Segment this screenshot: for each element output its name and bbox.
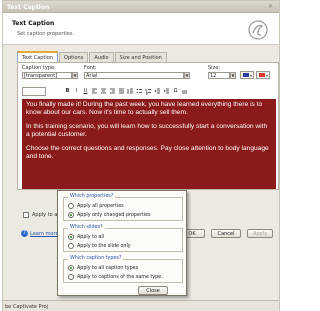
highlight-swatch-icon [259,73,265,77]
apply-button[interactable]: Apply [247,229,273,238]
bullet-list-icon[interactable] [136,88,143,95]
caption-text-editor[interactable]: You finally made it! During the past wee… [22,99,276,189]
option-apply-changed-properties[interactable]: Apply only changed properties [68,212,150,218]
window-title: Text Caption [7,4,50,11]
radio-button[interactable] [68,212,74,218]
caption-paragraph: In this training scenario, you will lear… [26,123,268,138]
align-justify-icon[interactable] [118,88,125,95]
slides-group-title: Which slides? [68,225,105,230]
status-bar: be Captivate Proj [3,300,279,311]
properties-group: Which properties? Apply all properties A… [63,194,183,221]
radio-button[interactable] [68,265,74,271]
caption-type-select[interactable]: [transparent] [22,72,72,79]
option-apply-all-properties[interactable]: Apply all properties [68,203,124,209]
size-label: Size: [208,65,220,71]
text-color-swatch-icon [243,73,249,77]
option-label: Apply all properties [77,203,124,209]
help-icon: ? [21,230,28,237]
font-select[interactable]: Arial [84,72,184,79]
apply-to-all-row: Apply to all [23,212,60,218]
radio-button[interactable] [68,243,74,249]
option-apply-all-caption-types[interactable]: Apply to all caption types [68,265,138,271]
insert-variable-icon[interactable] [181,88,188,95]
numbered-list-icon[interactable] [145,88,152,95]
caption-types-group: Which caption types? Apply to all captio… [63,256,183,283]
caption-type-label: Caption type: [22,65,56,71]
header-title: Text Caption [12,20,55,27]
underline-button[interactable]: U [82,88,89,95]
status-text: be Captivate Proj [5,304,48,310]
decrease-indent-icon[interactable] [154,88,161,95]
size-dropdown-icon[interactable]: ▼ [230,72,236,79]
tab-options[interactable]: Options [59,52,89,62]
dialog-header: Text Caption Set caption properties. [3,13,279,45]
option-label: Apply to all caption types [77,265,139,271]
adobe-captivate-logo-icon [248,20,268,40]
caption-types-group-title: Which caption types? [68,256,124,261]
text-color-button[interactable]: ▾ [240,71,254,79]
close-icon[interactable]: ✕ [266,3,275,11]
chevron-down-icon: ▾ [265,73,268,78]
radio-button[interactable] [68,203,74,209]
align-right-icon[interactable] [109,88,116,95]
option-apply-to-slide-only[interactable]: Apply to the slide only [68,243,131,249]
caption-paragraph: You finally made it! During the past wee… [26,101,263,116]
font-dropdown-icon[interactable]: ▼ [184,72,190,79]
chevron-down-icon: ▾ [249,73,252,78]
radio-button[interactable] [68,234,74,240]
italic-button[interactable]: I [73,88,80,95]
apply-to-all-label: Apply to all [32,212,61,218]
slides-group: Which slides? Apply to all Apply to the … [63,225,183,252]
bold-button[interactable]: B [64,88,71,95]
font-label: Font: [84,65,97,71]
caption-type-dropdown-icon[interactable]: ▼ [72,72,78,79]
option-label: Apply to the slide only [77,243,131,249]
close-button[interactable]: Close [138,286,168,295]
title-bar: Text Caption ✕ [3,1,279,13]
line-spacing-icon[interactable] [127,88,134,95]
option-label: Apply only changed properties [77,212,151,218]
option-label: Apply to all [77,234,105,240]
size-select[interactable]: 12 [208,72,230,79]
highlight-color-button[interactable]: ▾ [256,71,270,79]
increase-indent-icon[interactable] [163,88,170,95]
caption-style-preview[interactable] [22,87,46,96]
option-apply-same-type[interactable]: Apply to captions of the same type. [68,274,163,280]
cancel-button[interactable]: Cancel [211,229,241,238]
option-apply-to-all-slides[interactable]: Apply to all [68,234,104,240]
align-center-icon[interactable] [100,88,107,95]
tab-text-caption[interactable]: Text Caption [17,51,59,62]
header-subtitle: Set caption properties. [17,31,75,37]
text-caption-panel: Caption type: [transparent] ▼ Font: Aria… [17,62,279,190]
caption-paragraph: Choose the correct questions and respons… [26,145,269,160]
properties-group-title: Which properties? [68,194,116,199]
radio-button[interactable] [68,274,74,280]
tab-strip: Text Caption Options Audio Size and Posi… [17,51,168,62]
align-left-icon[interactable] [91,88,98,95]
apply-to-all-popup: Which properties? Apply all properties A… [57,190,187,296]
format-toolbar: B I U Ω [64,88,188,96]
option-label: Apply to captions of the same type. [77,274,163,280]
special-character-icon[interactable]: Ω [172,88,179,95]
tab-size-and-position[interactable]: Size and Position [114,52,167,62]
apply-to-all-checkbox[interactable] [23,212,29,218]
tab-audio[interactable]: Audio [89,52,114,62]
